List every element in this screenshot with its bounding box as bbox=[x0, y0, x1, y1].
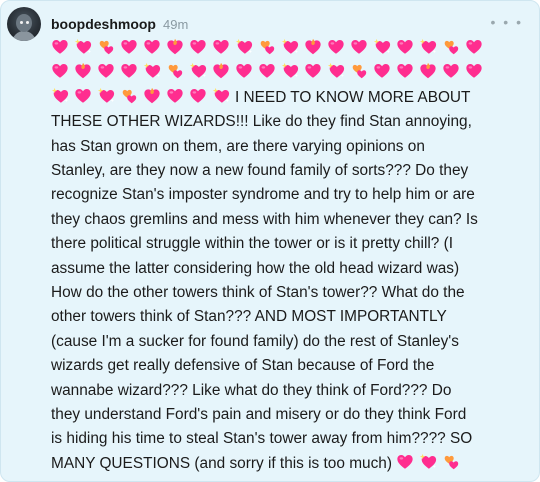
timestamp: 49m bbox=[163, 17, 189, 32]
revolving-heart-emoji-icon bbox=[258, 38, 276, 56]
heart-heart-emoji-icon bbox=[189, 87, 207, 105]
sparkle-heart-emoji-icon bbox=[74, 38, 92, 56]
heart-heart-emoji-icon bbox=[396, 38, 414, 56]
heart-heart-emoji-icon bbox=[327, 38, 345, 56]
fire-heart-emoji-icon bbox=[304, 38, 322, 56]
fire-heart-emoji-icon bbox=[74, 62, 92, 80]
heart-heart-emoji-icon bbox=[74, 87, 92, 105]
emoji-row: I NEED TO KNOW MORE ABOUT bbox=[51, 86, 529, 110]
revolving-heart-emoji-icon bbox=[442, 38, 460, 56]
heart-heart-emoji-icon bbox=[465, 38, 483, 56]
sparkle-heart-emoji-icon bbox=[419, 38, 437, 56]
heart-heart-emoji-icon bbox=[304, 62, 322, 80]
heart-heart-emoji-icon bbox=[350, 38, 368, 56]
comment-line: has Stan grown on them, are there varyin… bbox=[51, 137, 425, 155]
revolving-heart-emoji-icon bbox=[350, 62, 368, 80]
sparkle-heart-emoji-icon bbox=[281, 38, 299, 56]
fire-heart-emoji-icon bbox=[143, 87, 161, 105]
heart-heart-emoji-icon bbox=[120, 62, 138, 80]
emoji-row bbox=[51, 61, 529, 85]
username[interactable]: boopdeshmoop bbox=[51, 16, 156, 32]
trailing-emojis bbox=[396, 453, 465, 472]
comment-line: THESE OTHER WIZARDS!!! Like do they find… bbox=[51, 113, 472, 131]
comment-line: there political struggle within the towe… bbox=[51, 235, 454, 253]
heart-heart-emoji-icon bbox=[51, 38, 69, 56]
comment-line: other towers think of Stan??? AND MOST I… bbox=[51, 308, 447, 326]
comment-line: How do the other towers think of Stan's … bbox=[51, 284, 465, 302]
heart-heart-emoji-icon bbox=[235, 62, 253, 80]
heart-heart-emoji-icon bbox=[189, 38, 207, 56]
comment-line: (cause I'm a sucker for found family) do… bbox=[51, 332, 459, 350]
comment-line: assume the latter considering how the ol… bbox=[51, 259, 460, 277]
sparkle-heart-emoji-icon bbox=[189, 62, 207, 80]
heart-heart-emoji-icon bbox=[442, 62, 460, 80]
revolving-heart-emoji-icon bbox=[166, 62, 184, 80]
last-line: MANY QUESTIONS (and sorry if this is too… bbox=[51, 452, 529, 476]
avatar[interactable] bbox=[7, 7, 41, 41]
revolving-heart-emoji-icon bbox=[442, 453, 460, 471]
sparkle-heart-emoji-icon bbox=[97, 87, 115, 105]
comment-line: wannabe wizard??? Like what do they thin… bbox=[51, 381, 452, 399]
heart-heart-emoji-icon bbox=[51, 62, 69, 80]
fire-heart-emoji-icon bbox=[166, 38, 184, 56]
fire-heart-emoji-icon bbox=[212, 62, 230, 80]
heart-heart-emoji-icon bbox=[258, 62, 276, 80]
fire-heart-emoji-icon bbox=[419, 62, 437, 80]
heart-heart-emoji-icon bbox=[120, 38, 138, 56]
sparkle-heart-emoji-icon bbox=[373, 38, 391, 56]
heart-heart-emoji-icon bbox=[465, 62, 483, 80]
comment-line: they chaos gremlins and mess with him wh… bbox=[51, 210, 478, 228]
heart-heart-emoji-icon bbox=[143, 38, 161, 56]
comment-line: wizards get really defensive of Stan bec… bbox=[51, 357, 435, 375]
heart-heart-emoji-icon bbox=[396, 62, 414, 80]
comment-line: Stanley, are they now a new found family… bbox=[51, 161, 469, 179]
heart-heart-emoji-icon bbox=[373, 62, 391, 80]
sparkle-heart-emoji-icon bbox=[143, 62, 161, 80]
revolving-heart-emoji-icon bbox=[97, 38, 115, 56]
more-options-icon[interactable]: • • • bbox=[491, 14, 523, 30]
sparkle-heart-emoji-icon bbox=[281, 62, 299, 80]
heart-heart-emoji-icon bbox=[97, 62, 115, 80]
heart-heart-emoji-icon bbox=[212, 38, 230, 56]
sparkle-heart-emoji-icon bbox=[212, 87, 230, 105]
revolving-heart-emoji-icon bbox=[120, 87, 138, 105]
sparkle-heart-emoji-icon bbox=[419, 453, 437, 471]
comment-line: they understand Ford's pain and misery o… bbox=[51, 406, 467, 424]
comment-line: MANY QUESTIONS (and sorry if this is too… bbox=[51, 454, 392, 472]
comment-body: I NEED TO KNOW MORE ABOUT THESE OTHER WI… bbox=[51, 37, 529, 476]
sparkle-heart-emoji-icon bbox=[51, 87, 69, 105]
sparkle-heart-emoji-icon bbox=[327, 62, 345, 80]
sparkle-heart-emoji-icon bbox=[235, 38, 253, 56]
comment-card: boopdeshmoop 49m • • • I NEED TO KNOW MO… bbox=[0, 0, 540, 482]
heart-heart-emoji-icon bbox=[166, 87, 184, 105]
comment-line: is hiding his time to steal Stan's tower… bbox=[51, 430, 473, 448]
comment-line: recognize Stan's imposter syndrome and t… bbox=[51, 186, 475, 204]
heart-heart-emoji-icon bbox=[396, 453, 414, 471]
emoji-row bbox=[51, 37, 529, 61]
comment-line: I NEED TO KNOW MORE ABOUT bbox=[235, 88, 471, 106]
